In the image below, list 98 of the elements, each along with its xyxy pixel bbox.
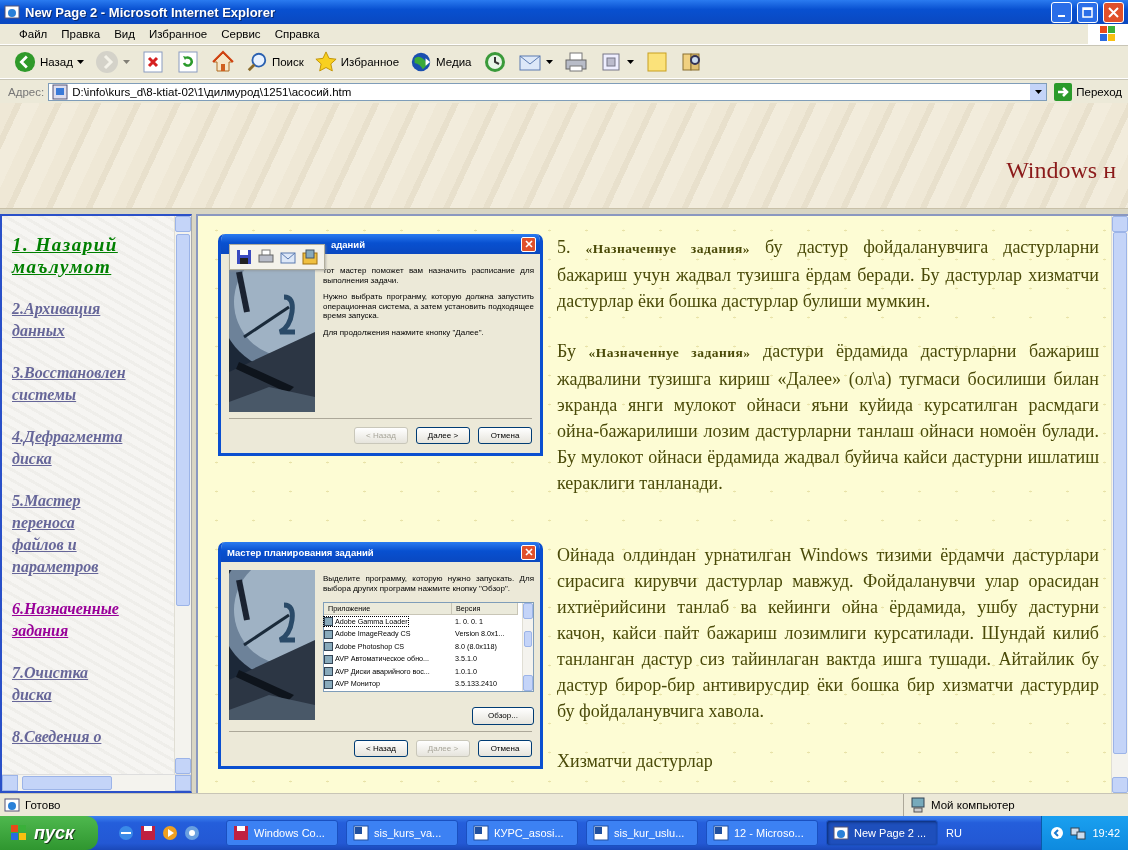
nav-link[interactable]: 6.Назначенные задания <box>12 598 174 642</box>
maximize-icon <box>1082 6 1093 18</box>
dialog-button[interactable]: Отмена <box>478 739 532 757</box>
taskbar-button[interactable]: Windows Co... <box>226 820 338 846</box>
nav-link[interactable]: 2.Архивация данных <box>12 298 174 342</box>
document-icon <box>593 825 609 841</box>
taskbar-button[interactable]: sis_kur_uslu... <box>586 820 698 846</box>
clock-time: 19:42 <box>1092 827 1120 839</box>
close-icon <box>524 240 533 248</box>
caret-icon <box>122 60 130 64</box>
taskbar-button[interactable]: sis_kurs_va... <box>346 820 458 846</box>
taskbar-button[interactable]: New Page 2 ... <box>826 820 938 846</box>
nav-link[interactable]: 8.Сведения о <box>12 726 174 748</box>
taskbar-button[interactable]: КУРС_asosi... <box>466 820 578 846</box>
caret-icon <box>76 60 84 64</box>
printer-icon[interactable] <box>258 249 274 265</box>
menu-item[interactable]: Избранное <box>141 28 215 40</box>
clock-icon <box>482 50 507 74</box>
nav-link[interactable]: 7.Очистка диска <box>12 662 174 706</box>
dialog-button[interactable]: Далее > <box>416 427 470 444</box>
folder-icon[interactable] <box>302 249 318 265</box>
vertical-scrollbar[interactable] <box>174 216 191 774</box>
search-button[interactable]: Поиск <box>241 48 308 76</box>
floppy-icon <box>233 825 249 841</box>
nav-link[interactable]: 1. Назарий маълумот <box>12 234 174 278</box>
floppy-icon[interactable] <box>140 825 156 841</box>
dialog-text: Нужно выбрать програнму, которую должна запустить операционная система, а затем установить подходящее время запуска. <box>323 292 534 321</box>
menu-item[interactable]: Правка <box>54 28 108 40</box>
vertical-scrollbar[interactable] <box>1111 216 1128 793</box>
flag-logo-icon <box>1099 25 1117 43</box>
star-icon <box>314 51 337 73</box>
paragraph: Бу «Назначеннуе задания» дастури ёрдамида дастурларни бажариш жадвалини тузишга кириш «Далее» (ол\а) тугмаси босилиши билан экранда янги мулокот ойнаси яъни куйида курсатилган расмдаги ойна-бажарилиши лозим дастурларни танлаш ойнаси номоён булади. Бу мулокот ойнаси ёрдамида жадвал буйича кайси дастурни ишлатиш кераклиги танланади. <box>557 340 1099 495</box>
back-button[interactable]: Назад <box>10 48 88 76</box>
paragraph: Ойнада олдиндан урнатилган Windows тизими ёрдамчи дастурлари сирасига кирувчи дастурлар мавжуд. Фойдаланувчи улар орасидан ихтиёрийсини танлаб ва кейинги ойна ёрдамида, ушбу дастурни качон, кайси пайт бажариш лозимлиги курсатилади. Шундай килиб танланган дастур сиз тайинлаган вактда ишга тушади. Айтайлик бу дастур бирор-бир антивирусдир ёки бошка бир хизматчи дастурдир бу фойдаланувчига хавола. <box>557 544 1099 723</box>
caret-icon <box>545 60 553 64</box>
nav-link[interactable]: 5.Мастер переноса файлов и параметров <box>12 490 174 578</box>
nav-link[interactable]: 3.Восстановлен системы <box>12 362 174 406</box>
horizontal-scrollbar[interactable] <box>2 774 191 791</box>
banner-title: Windows н <box>1006 157 1116 184</box>
document-icon <box>473 825 489 841</box>
dialog-button[interactable]: < Назад <box>354 739 408 757</box>
computer-icon <box>910 797 926 813</box>
close-button[interactable] <box>521 544 536 560</box>
media-player-icon[interactable] <box>162 825 178 841</box>
envelope-icon[interactable] <box>280 249 296 265</box>
close-button[interactable] <box>1103 1 1124 23</box>
menu-item[interactable]: Сервис <box>214 28 268 40</box>
go-button[interactable]: Переход <box>1051 82 1125 101</box>
document-icon <box>353 825 369 841</box>
refresh-icon <box>175 50 200 74</box>
search-icon <box>245 51 268 73</box>
stop-icon <box>140 50 165 74</box>
arrow-circle-icon[interactable] <box>1050 826 1065 840</box>
browser-page-icon <box>4 797 20 813</box>
caret-icon <box>626 60 634 64</box>
dialog-title: аданий <box>331 238 365 250</box>
vertical-scrollbar[interactable] <box>522 603 533 691</box>
minimize-icon <box>1058 15 1065 17</box>
dialog-button[interactable]: Отмена <box>478 427 532 444</box>
browse-button[interactable]: Обзор... <box>472 706 534 725</box>
media-globe-icon <box>410 51 433 73</box>
dialog-text: Для продолжения нажмите кнопку "Далее". <box>323 327 485 338</box>
menu-item[interactable]: Справка <box>267 28 327 40</box>
address-label: Адрес: <box>8 85 45 98</box>
caret-icon <box>1034 89 1042 94</box>
note-icon <box>644 50 669 74</box>
status-text: Готово <box>25 799 61 811</box>
close-icon <box>524 548 533 556</box>
browser-page-icon <box>4 4 20 20</box>
paragraph: 5. «Назначеннуе задания» бу дастур фойдаланувчига дастурларни бажариш учун жадвал тузишга ёрдам беради. Бу дастурлар хизматчи дастурлар ёки бошка дастурлар булиши мумкин. <box>557 236 1099 313</box>
nav-link[interactable]: 4.Дефрагмента диска <box>12 426 174 470</box>
paragraph: Хизматчи дастурлар <box>557 750 714 773</box>
home-icon <box>210 50 235 74</box>
dialog-text: Выделите программу, которую нужно запускать. Для выбора других программ нажмите кнопку "Обзор". <box>323 574 534 594</box>
close-icon <box>1108 6 1119 18</box>
language-indicator[interactable]: RU <box>946 827 970 839</box>
save-icon[interactable] <box>236 249 252 265</box>
browser-icon[interactable] <box>184 825 200 841</box>
taskbar-button[interactable]: 12 - Microso... <box>706 820 818 846</box>
zone-text: Мой компьютер <box>931 799 1015 811</box>
favorites-button[interactable]: Избранное <box>310 48 404 76</box>
program-list[interactable] <box>323 602 534 692</box>
globe-icon[interactable] <box>118 825 134 841</box>
media-button[interactable]: Медиа <box>406 48 476 76</box>
maximize-button[interactable] <box>1077 1 1098 23</box>
window-title: New Page 2 - Microsoft Internet Explorer <box>25 4 276 20</box>
document-icon <box>713 825 729 841</box>
flag-logo-icon <box>10 824 28 842</box>
dialog-title: Мастер планирования заданий <box>227 546 374 558</box>
network-icon[interactable] <box>1070 825 1087 841</box>
close-button[interactable] <box>521 236 536 252</box>
browser-page-icon <box>833 825 849 841</box>
minimize-button[interactable] <box>1051 1 1072 23</box>
menu-item[interactable]: Файл <box>12 28 55 40</box>
address-field[interactable]: D:\info\kurs_d\8-ktiat-02\1\дилмурод\1251\асосий.htm <box>48 82 1048 101</box>
printer-icon <box>563 50 588 74</box>
menu-item[interactable]: Вид <box>107 28 142 40</box>
page-icon <box>52 83 69 100</box>
